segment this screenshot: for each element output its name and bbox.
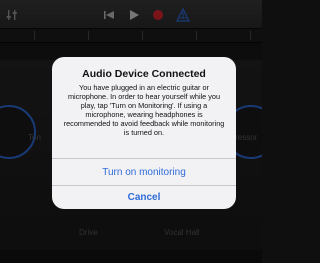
cancel-button[interactable]: Cancel xyxy=(52,184,236,209)
alert-dialog: Audio Device Connected You have plugged … xyxy=(52,57,236,209)
alert-message: You have plugged in an electric guitar o… xyxy=(63,83,225,137)
alert-title: Audio Device Connected xyxy=(82,68,206,80)
turn-on-monitoring-button[interactable]: Turn on monitoring xyxy=(52,159,236,185)
